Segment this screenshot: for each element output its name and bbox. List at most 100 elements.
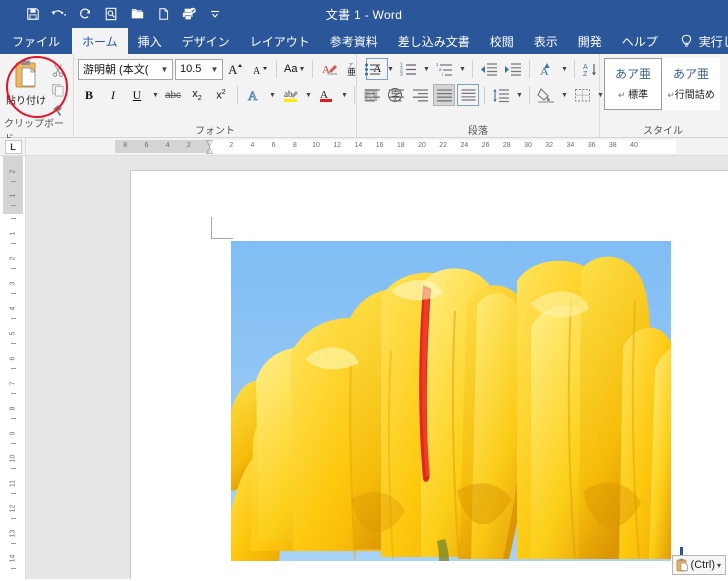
yellow-tulips-photo[interactable] [231,241,671,561]
chevron-down-icon[interactable]: ▼ [305,92,312,99]
underline-button[interactable]: U [126,84,148,106]
chevron-down-icon[interactable]: ▼ [561,92,568,99]
undo-icon[interactable] [46,3,72,25]
quick-print-icon[interactable] [176,3,202,25]
chevron-down-icon[interactable]: ▼ [209,65,220,74]
vertical-ruler[interactable]: L 2112345678910111213141516 [0,138,26,579]
ruler-label: 8 [292,142,297,149]
strikethrough-button[interactable]: abc [162,84,184,106]
multilevel-list-dropdown[interactable]: ▼ [457,58,467,80]
ruler-label: 26 [481,142,490,149]
save-icon[interactable] [20,3,46,25]
tab-design[interactable]: デザイン [172,28,240,54]
vruler-label: 15 [10,571,17,580]
tab-view[interactable]: 表示 [524,28,568,54]
vruler-tick [11,493,16,494]
divider [484,86,485,104]
chevron-down-icon[interactable]: ▼ [159,65,170,74]
chevron-down-icon[interactable]: ▼ [459,66,466,73]
document-canvas[interactable]: (Ctrl) ▾ [26,156,728,579]
customize-qat-icon[interactable] [202,3,228,25]
sort-japanese-dropdown[interactable]: ▼ [559,58,569,80]
shading-dropdown[interactable]: ▼ [559,84,569,106]
redo-icon[interactable] [72,3,98,25]
tab-review[interactable]: 校閲 [480,28,524,54]
new-document-icon[interactable] [150,3,176,25]
tab-file[interactable]: ファイル [0,28,72,54]
chevron-down-icon[interactable]: ▼ [152,92,159,99]
document-page[interactable] [130,170,728,579]
styles-group-label: スタイル [643,126,683,137]
style-item-standard[interactable]: あア亜 ↵ 標準 [604,58,662,110]
ribbon-tab-bar[interactable]: ファイル ホーム 挿入 デザイン レイアウト 参考資料 差し込み文書 校閲 表示… [0,28,728,54]
justify-button[interactable] [433,84,455,106]
shrink-font-button[interactable]: A [249,58,271,80]
tab-home[interactable]: ホーム [72,28,128,54]
paste-icon [11,59,41,91]
sort-japanese-button[interactable]: A [535,58,557,80]
hanging-indent-marker[interactable]: △ [206,145,213,155]
tell-me-search[interactable]: 実行したい作業を入 [668,28,728,54]
text-effects-button[interactable]: A [243,84,265,106]
chevron-down-icon[interactable]: ▾ [717,561,721,570]
align-right-button[interactable] [409,84,431,106]
bullets-button[interactable] [361,58,383,80]
chevron-down-icon[interactable]: ▼ [516,92,523,99]
font-name-combo[interactable]: 游明朝 (本文( ▼ [78,58,173,80]
borders-button[interactable] [571,84,593,106]
chevron-down-icon[interactable]: ▼ [561,66,568,73]
align-left-button[interactable] [361,84,383,106]
distribute-button[interactable] [457,84,479,106]
font-color-dropdown[interactable]: ▼ [339,84,349,106]
font-size-combo[interactable]: 10.5 ▼ [175,58,223,80]
style-item-no-spacing[interactable]: あア亜 ↵行間詰め [662,58,720,110]
numbering-button[interactable]: 123 [397,58,419,80]
paste-options-button[interactable]: (Ctrl) ▾ [671,555,726,575]
tab-developer[interactable]: 開発 [568,28,612,54]
ruler-label: 18 [396,142,405,149]
horizontal-ruler[interactable]: 8 6 4 2 2 4 6 8 10 12 14 16 18 20 22 24 26 28 30 32 34 36 38 40… [26,138,728,156]
chevron-down-icon[interactable]: ▼ [298,66,305,73]
grow-font-button[interactable]: A [225,58,247,80]
open-icon[interactable] [124,3,150,25]
multilevel-list-button[interactable]: 1ai [433,58,455,80]
clear-formatting-button[interactable]: A [318,58,340,80]
chevron-down-icon[interactable]: ▼ [423,66,430,73]
italic-button[interactable]: I [102,84,124,106]
text-highlight-dropdown[interactable]: ▼ [303,84,313,106]
decrease-indent-button[interactable] [478,58,500,80]
sort-button[interactable]: AZ [580,58,602,80]
cut-icon[interactable] [48,60,68,79]
align-center-button[interactable] [385,84,407,106]
chevron-down-icon[interactable]: ▼ [341,92,348,99]
style-gallery[interactable]: あア亜 ↵ 標準 あア亜 ↵行間詰め [604,57,720,110]
line-spacing-button[interactable] [490,84,512,106]
chevron-down-icon[interactable]: ▼ [269,92,276,99]
increase-indent-button[interactable] [502,58,524,80]
print-preview-icon[interactable] [98,3,124,25]
tab-insert[interactable]: 挿入 [128,28,172,54]
text-effects-dropdown[interactable]: ▼ [267,84,277,106]
vruler-tick [11,318,16,319]
tab-help[interactable]: ヘルプ [612,28,668,54]
tab-references[interactable]: 参考資料 [320,28,388,54]
shading-button[interactable] [535,84,557,106]
divider [237,86,238,104]
font-color-button[interactable]: A [315,84,337,106]
subscript-button[interactable]: x2 [186,84,208,106]
svg-text:A: A [253,66,261,77]
chevron-down-icon[interactable]: ▼ [387,66,394,73]
tab-mailings[interactable]: 差し込み文書 [388,28,480,54]
tab-layout[interactable]: レイアウト [240,28,320,54]
bold-button[interactable]: B [78,84,100,106]
change-case-button[interactable]: Aa ▼ [282,58,307,80]
underline-dropdown[interactable]: ▼ [150,84,160,106]
quick-access-toolbar[interactable] [0,3,228,25]
line-spacing-dropdown[interactable]: ▼ [514,84,524,106]
numbering-dropdown[interactable]: ▼ [421,58,431,80]
text-highlight-button[interactable]: ab [279,84,301,106]
superscript-button[interactable]: x2 [210,84,232,106]
bullets-dropdown[interactable]: ▼ [385,58,395,80]
paste-button[interactable]: 貼り付け [4,57,48,119]
copy-icon[interactable] [48,80,68,99]
